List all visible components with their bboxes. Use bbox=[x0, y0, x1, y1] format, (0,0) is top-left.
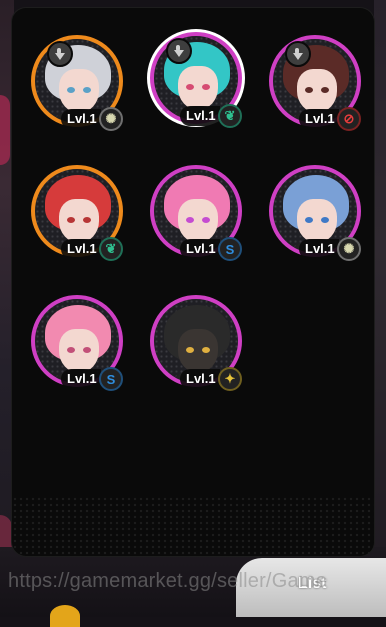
character-eye bbox=[202, 217, 210, 223]
level-label: Lvl.1 bbox=[61, 239, 101, 259]
character-eye bbox=[67, 217, 75, 223]
character-face bbox=[297, 199, 337, 243]
character-eye bbox=[202, 347, 210, 353]
character-eye bbox=[186, 347, 194, 353]
fire-icon: ⊘ bbox=[337, 107, 361, 131]
character-eye bbox=[186, 84, 194, 90]
character-eye bbox=[67, 87, 75, 93]
level-label: Lvl.1 bbox=[61, 109, 101, 129]
light-gear-icon: ✺ bbox=[337, 237, 361, 261]
character-face bbox=[178, 329, 218, 373]
character-eye bbox=[83, 347, 91, 353]
character-eye bbox=[305, 87, 313, 93]
character-card[interactable]: Lvl.1 ❦ bbox=[31, 165, 131, 265]
down-arrow-icon bbox=[166, 38, 192, 64]
character-card[interactable]: Lvl.1 ✦ bbox=[150, 295, 250, 395]
character-eye bbox=[321, 87, 329, 93]
level-label: Lvl.1 bbox=[180, 106, 220, 126]
coin-icon bbox=[50, 605, 80, 627]
level-label: Lvl.1 bbox=[180, 369, 220, 389]
character-eye bbox=[67, 347, 75, 353]
water-icon: S bbox=[218, 237, 242, 261]
water-icon: S bbox=[99, 367, 123, 391]
wind-icon: ❦ bbox=[99, 237, 123, 261]
level-label: Lvl.1 bbox=[180, 239, 220, 259]
character-eye bbox=[83, 217, 91, 223]
wind-icon: ❦ bbox=[218, 104, 242, 128]
level-label: Lvl.1 bbox=[299, 109, 339, 129]
down-arrow-icon bbox=[47, 41, 73, 67]
character-card[interactable]: Lvl.1 ✺ bbox=[31, 35, 131, 135]
panel-dot-pattern bbox=[12, 496, 374, 556]
character-card[interactable]: Lvl.1 S bbox=[150, 165, 250, 265]
character-face bbox=[178, 199, 218, 243]
level-label: Lvl.1 bbox=[61, 369, 101, 389]
character-eye bbox=[202, 84, 210, 90]
character-eye bbox=[305, 217, 313, 223]
down-arrow-icon bbox=[285, 41, 311, 67]
character-eye bbox=[321, 217, 329, 223]
watermark-text: https://gamemarket.gg/seller/Game bbox=[8, 570, 327, 592]
level-label: Lvl.1 bbox=[299, 239, 339, 259]
character-face bbox=[178, 66, 218, 110]
star-icon: ✦ bbox=[218, 367, 242, 391]
character-card[interactable]: Lvl.1 ⊘ bbox=[269, 35, 369, 135]
character-face bbox=[59, 199, 99, 243]
background-accent bbox=[0, 95, 10, 165]
character-card[interactable]: Lvl.1 ❦ bbox=[150, 32, 250, 132]
character-eye bbox=[83, 87, 91, 93]
character-eye bbox=[186, 217, 194, 223]
light-gear-icon: ✺ bbox=[99, 107, 123, 131]
character-face bbox=[59, 69, 99, 113]
character-card[interactable]: Lvl.1 S bbox=[31, 295, 131, 395]
character-card[interactable]: Lvl.1 ✺ bbox=[269, 165, 369, 265]
character-face bbox=[59, 329, 99, 373]
background-right-edge bbox=[374, 0, 386, 617]
character-face bbox=[297, 69, 337, 113]
